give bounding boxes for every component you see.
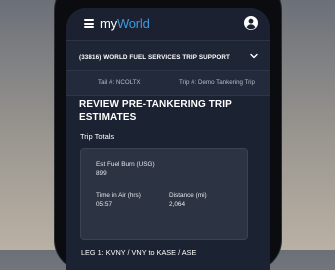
phone-screen: myWorld (33816) WORLD FUEL SERVICES TRIP…: [66, 8, 270, 270]
hamburger-menu-icon[interactable]: [84, 19, 94, 28]
time-in-air-label: Time in Air (hrs): [96, 192, 141, 199]
trip-number: Trip #: Demo Tankering Trip: [179, 79, 255, 86]
trip-meta-bar: Tail #: NCOLTX Trip #: Demo Tankering Tr…: [66, 70, 270, 96]
app-logo[interactable]: myWorld: [100, 16, 150, 31]
trip-selector[interactable]: (33816) WORLD FUEL SERVICES TRIP SUPPORT: [66, 40, 270, 71]
time-in-air: Time in Air (hrs) 05:57: [96, 192, 141, 208]
distance-label: Distance (mi): [169, 192, 207, 199]
phone-frame: myWorld (33816) WORLD FUEL SERVICES TRIP…: [55, 0, 281, 270]
tail-number: Tail #: NCOLTX: [98, 79, 141, 86]
est-fuel-burn: Est Fuel Burn (USG) 899: [96, 161, 155, 177]
est-fuel-burn-value: 899: [96, 170, 107, 177]
est-fuel-burn-label: Est Fuel Burn (USG): [96, 161, 155, 168]
logo-my: my: [100, 16, 117, 31]
trip-selector-title: (33816) WORLD FUEL SERVICES TRIP SUPPORT: [79, 54, 230, 61]
distance-value: 2,064: [169, 201, 185, 208]
logo-world: World: [116, 16, 150, 31]
trip-totals-heading: Trip Totals: [80, 132, 115, 141]
user-account-icon[interactable]: [244, 16, 258, 30]
chevron-down-icon[interactable]: [250, 53, 258, 59]
time-in-air-value: 05:57: [96, 201, 112, 208]
trip-totals-card: Est Fuel Burn (USG) 899 Time in Air (hrs…: [80, 148, 248, 240]
leg-heading[interactable]: LEG 1: KVNY / VNY to KASE / ASE: [81, 248, 196, 257]
distance: Distance (mi) 2,064: [169, 192, 207, 208]
page-title: REVIEW PRE-TANKERING TRIP ESTIMATES: [79, 99, 232, 123]
app-header: myWorld: [66, 8, 270, 40]
